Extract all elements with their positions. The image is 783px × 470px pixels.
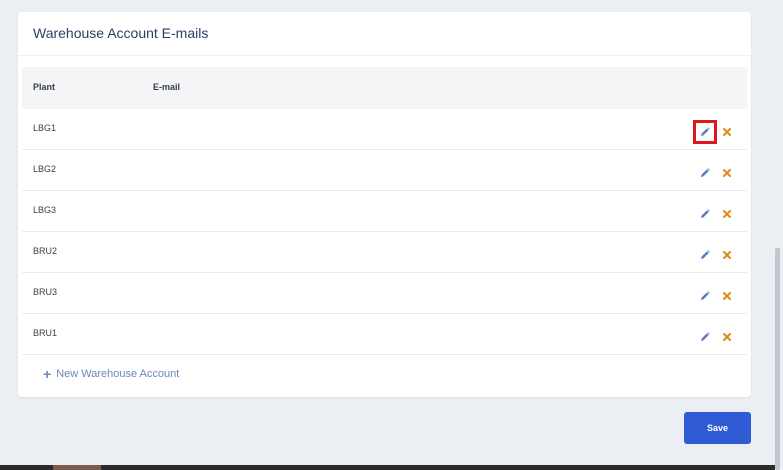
new-warehouse-account-link[interactable]: + New Warehouse Account [43, 366, 180, 382]
close-icon[interactable] [721, 208, 733, 220]
table-row: BRU2 [22, 232, 747, 273]
close-icon[interactable] [721, 126, 733, 138]
row-actions [694, 244, 733, 266]
row-actions [694, 326, 733, 348]
pencil-icon[interactable] [694, 244, 716, 266]
pencil-icon[interactable] [694, 162, 716, 184]
divider [18, 55, 751, 56]
warehouse-accounts-card: Warehouse Account E-mails Plant E-mail L… [18, 12, 751, 397]
plant-cell: BRU2 [33, 246, 58, 256]
row-actions [694, 162, 733, 184]
warehouse-table: Plant E-mail LBG1 LBG2 LBG3 BRU2 BRU3 BRU1 [22, 67, 747, 355]
card-title: Warehouse Account E-mails [33, 25, 209, 41]
row-actions [694, 203, 733, 225]
close-icon[interactable] [721, 331, 733, 343]
row-actions [694, 285, 733, 307]
pencil-icon[interactable] [694, 203, 716, 225]
plant-cell: LBG2 [33, 164, 57, 174]
header-plant: Plant [33, 82, 56, 92]
table-row: LBG3 [22, 191, 747, 232]
plant-cell: LBG1 [33, 123, 57, 133]
table-row: LBG1 [22, 109, 747, 150]
scrollbar[interactable] [775, 248, 780, 470]
table-row: LBG2 [22, 150, 747, 191]
save-button[interactable]: Save [684, 412, 751, 444]
plant-cell: BRU1 [33, 328, 58, 338]
plant-cell: BRU3 [33, 287, 58, 297]
table-body: LBG1 LBG2 LBG3 BRU2 BRU3 BRU1 [22, 109, 747, 355]
pencil-icon[interactable] [694, 285, 716, 307]
new-warehouse-account-label: New Warehouse Account [56, 368, 180, 380]
row-actions [693, 120, 733, 144]
header-email: E-mail [153, 82, 181, 92]
pencil-icon[interactable] [693, 120, 717, 144]
taskbar-item[interactable] [53, 465, 101, 470]
taskbar [0, 465, 775, 470]
pencil-icon[interactable] [694, 326, 716, 348]
plus-icon: + [43, 366, 52, 382]
plant-cell: LBG3 [33, 205, 57, 215]
table-row: BRU1 [22, 314, 747, 355]
table-header: Plant E-mail [22, 67, 747, 109]
close-icon[interactable] [721, 290, 733, 302]
close-icon[interactable] [721, 167, 733, 179]
close-icon[interactable] [721, 249, 733, 261]
table-row: BRU3 [22, 273, 747, 314]
